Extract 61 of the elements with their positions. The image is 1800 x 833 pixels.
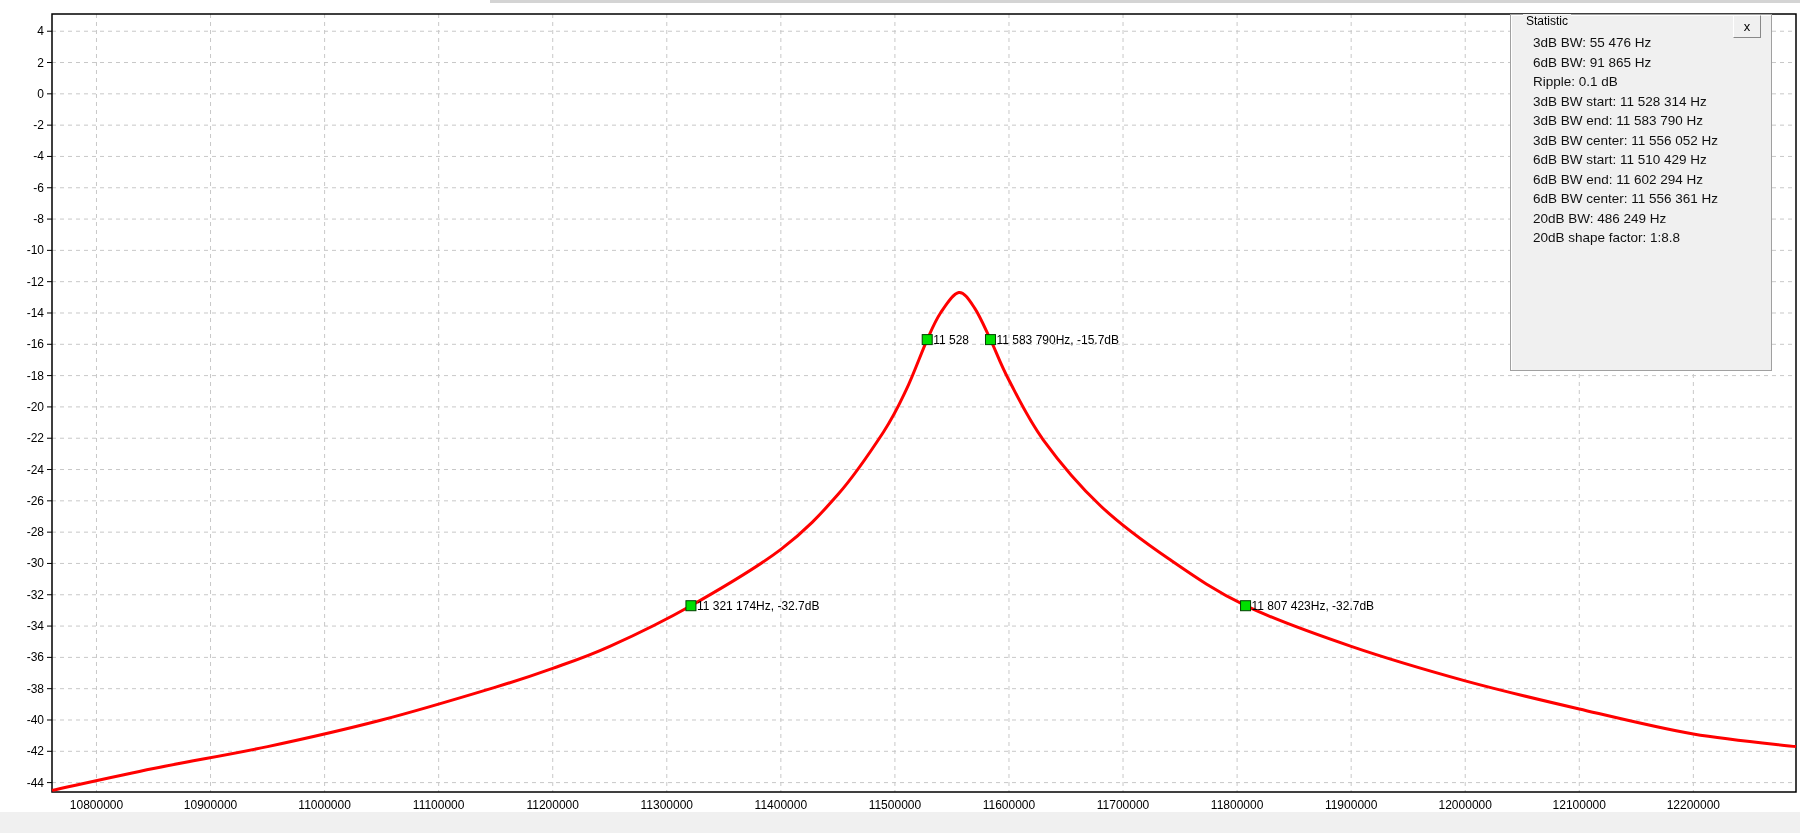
- y-tick-label: -24: [26, 462, 44, 477]
- y-tick-label: -10: [26, 243, 44, 258]
- y-tick-label: -28: [26, 525, 44, 540]
- marker-point[interactable]: [985, 334, 996, 346]
- y-tick-label: -22: [26, 431, 44, 446]
- x-tick-label: 12000000: [1438, 798, 1492, 812]
- y-tick-label: -38: [26, 681, 44, 696]
- y-tick-label: -2: [33, 118, 44, 133]
- y-tick-label: 2: [37, 55, 44, 70]
- statistic-line: 6dB BW center: 11 556 361 Hz: [1533, 190, 1719, 208]
- y-tick-label: -12: [26, 274, 44, 289]
- marker-label: 11 321 174Hz, -32.7dB: [696, 598, 820, 613]
- y-tick-label: -44: [26, 775, 44, 790]
- y-tick-label: -20: [26, 399, 44, 414]
- y-tick-label: -32: [26, 587, 44, 602]
- y-tick-label: -16: [26, 337, 44, 352]
- x-tick-label: 11400000: [754, 798, 808, 812]
- y-tick-label: -6: [33, 180, 44, 195]
- marker-label: 11 528: [933, 332, 969, 347]
- y-tick-label: -34: [26, 619, 44, 634]
- marker-point[interactable]: [1240, 600, 1252, 612]
- x-tick-label: 11700000: [1096, 798, 1150, 812]
- y-tick-label: -4: [33, 149, 44, 164]
- y-tick-label: -14: [26, 306, 44, 320]
- y-tick-label: -26: [26, 493, 44, 508]
- y-tick-label: 4: [37, 24, 44, 39]
- x-tick-label: 12200000: [1666, 798, 1721, 812]
- statistic-line: 6dB BW start: 11 510 429 Hz: [1533, 151, 1708, 169]
- x-tick-label: 11900000: [1324, 798, 1378, 812]
- x-tick-label: 11100000: [412, 798, 465, 812]
- y-tick-label: 0: [37, 86, 44, 101]
- x-tick-label: 11200000: [526, 798, 579, 812]
- x-tick-label: 11000000: [298, 798, 351, 812]
- statistic-line: 3dB BW: 55 476 Hz: [1533, 34, 1653, 52]
- x-tick-label: 12100000: [1552, 798, 1606, 812]
- y-tick-label: -30: [26, 556, 44, 571]
- x-tick-label: 11300000: [640, 798, 694, 812]
- close-button[interactable]: x: [1733, 15, 1761, 38]
- statistic-line: Ripple: 0.1 dB: [1533, 73, 1619, 91]
- x-tick-label: 11800000: [1210, 798, 1264, 812]
- statistic-line: 20dB shape factor: 1:8.8: [1533, 229, 1682, 247]
- y-tick-label: -8: [33, 212, 44, 227]
- statistic-line: 3dB BW end: 11 583 790 Hz: [1533, 112, 1705, 130]
- statistic-line: 3dB BW center: 11 556 052 Hz: [1533, 131, 1719, 150]
- x-tick-label: 11500000: [868, 798, 922, 812]
- y-tick-label: -42: [26, 744, 44, 759]
- marker-point[interactable]: [685, 600, 697, 612]
- marker-label: 11 583 790Hz, -15.7dB: [996, 332, 1119, 347]
- marker-label: 11 807 423Hz, -32.7dB: [1251, 598, 1375, 613]
- statistic-line: 20dB BW: 486 249 Hz: [1533, 209, 1668, 228]
- y-tick-label: -18: [26, 368, 44, 383]
- y-tick-label: -36: [26, 650, 44, 665]
- x-tick-label: 11600000: [982, 798, 1036, 812]
- y-tick-label: -40: [26, 713, 44, 727]
- statistic-line: 3dB BW start: 11 528 314 Hz: [1533, 92, 1708, 111]
- statistic-line: 6dB BW: 91 865 Hz: [1533, 53, 1653, 72]
- x-tick-label: 10800000: [69, 798, 124, 812]
- panel-title: Statistic: [1523, 14, 1571, 28]
- statistic-line: 6dB BW end: 11 602 294 Hz: [1533, 170, 1705, 189]
- x-tick-label: 10900000: [183, 798, 238, 812]
- marker-point[interactable]: [921, 334, 933, 346]
